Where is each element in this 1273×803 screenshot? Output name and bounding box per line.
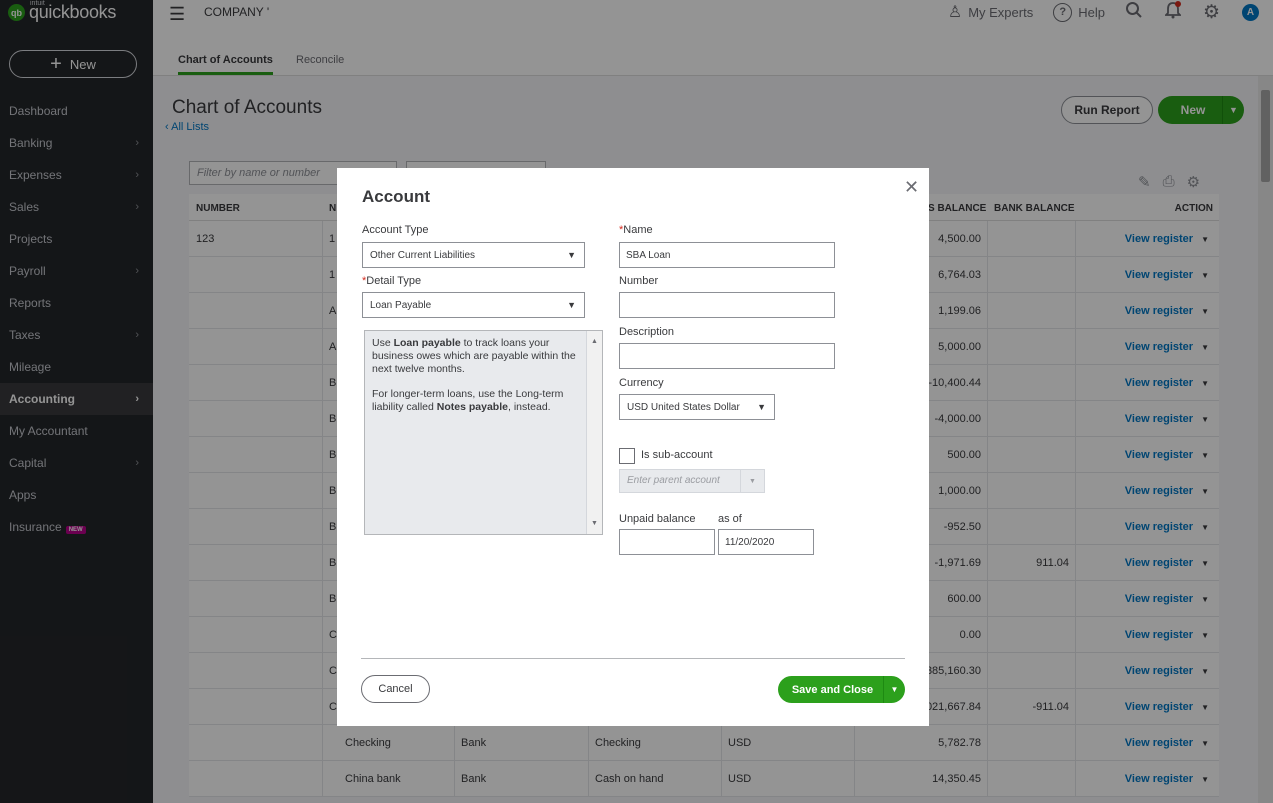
as-of-date-field[interactable]: 11/20/2020 xyxy=(718,529,814,555)
unpaid-balance-label: Unpaid balance xyxy=(619,513,696,525)
description-label: Description xyxy=(619,326,675,338)
description-field[interactable] xyxy=(619,343,835,369)
number-label: Number xyxy=(619,275,659,287)
divider xyxy=(361,658,905,659)
parent-account-placeholder: Enter parent account xyxy=(627,475,720,486)
detail-type-label-text: Detail Type xyxy=(366,275,422,287)
chevron-down-icon[interactable]: ▼ xyxy=(883,676,905,703)
chevron-down-icon: ▼ xyxy=(740,470,764,492)
name-label-text: Name xyxy=(623,224,653,236)
name-field[interactable]: SBA Loan xyxy=(619,242,835,268)
currency-select[interactable]: USD United States Dollar ▼ xyxy=(619,394,775,420)
cancel-button[interactable]: Cancel xyxy=(361,675,430,703)
help-scrollbar[interactable]: ▲ ▼ xyxy=(586,331,602,534)
help-text: Use xyxy=(372,337,394,349)
scroll-up-icon[interactable]: ▲ xyxy=(591,335,598,348)
save-and-close-button[interactable]: Save and Close ▼ xyxy=(778,676,905,703)
number-field[interactable] xyxy=(619,292,835,318)
currency-value: USD United States Dollar xyxy=(627,401,740,413)
as-of-label: as of xyxy=(718,513,742,525)
chevron-down-icon: ▼ xyxy=(757,402,766,412)
sub-account-checkbox[interactable] xyxy=(619,448,635,464)
account-dialog: Account ✕ Account Type Other Current Lia… xyxy=(337,168,929,726)
detail-type-select[interactable]: Loan Payable ▼ xyxy=(362,292,585,318)
chevron-down-icon: ▼ xyxy=(567,250,576,260)
account-type-select[interactable]: Other Current Liabilities ▼ xyxy=(362,242,585,268)
close-icon[interactable]: ✕ xyxy=(904,177,919,198)
scroll-down-icon[interactable]: ▼ xyxy=(591,517,598,530)
chevron-down-icon: ▼ xyxy=(567,300,576,310)
detail-type-value: Loan Payable xyxy=(370,299,432,311)
name-label: *Name xyxy=(619,224,653,236)
unpaid-balance-field[interactable] xyxy=(619,529,715,555)
save-and-close-label: Save and Close xyxy=(791,683,874,696)
detail-type-label: *Detail Type xyxy=(362,275,422,287)
help-bold: Notes payable xyxy=(436,401,508,413)
parent-account-select[interactable]: Enter parent account ▼ xyxy=(619,469,765,493)
help-bold: Loan payable xyxy=(393,337,461,349)
dialog-title: Account xyxy=(362,187,430,206)
currency-label: Currency xyxy=(619,377,664,389)
detail-type-help-text: Use Loan payable to track loans your bus… xyxy=(364,330,603,535)
help-text: , instead. xyxy=(507,401,551,413)
account-type-label: Account Type xyxy=(362,224,429,236)
account-type-value: Other Current Liabilities xyxy=(370,249,476,261)
sub-account-label: Is sub-account xyxy=(641,449,713,461)
